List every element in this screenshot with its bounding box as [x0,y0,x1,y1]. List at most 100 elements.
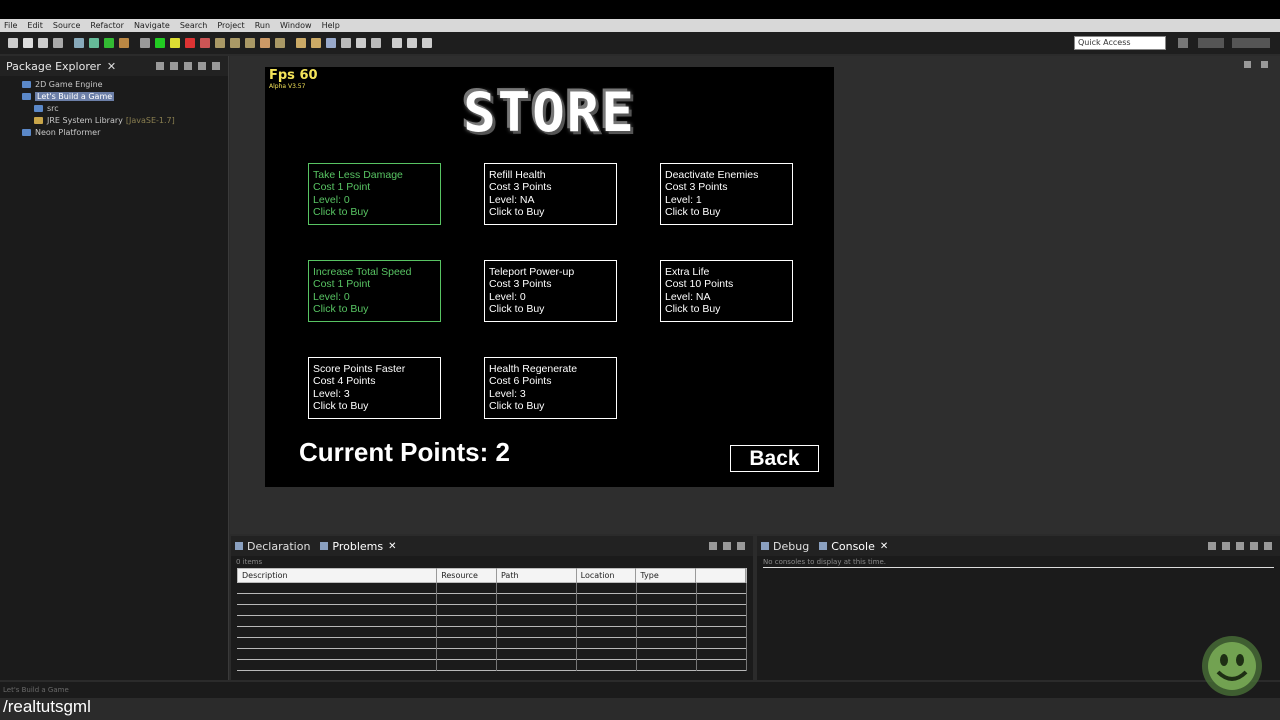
menu-window[interactable]: Window [280,21,312,30]
tree-item[interactable]: Neon Platformer [0,126,228,138]
tree-item[interactable]: src [0,102,228,114]
close-icon[interactable]: ✕ [388,541,396,552]
back-button[interactable]: Back [730,445,819,472]
store-item-action: Click to Buy [313,302,369,315]
store-item-button[interactable]: Health Regenerate Cost 6 Points Level: 3 Cl… [484,357,617,419]
back-icon[interactable] [392,38,402,48]
open-console-icon[interactable] [1208,542,1216,550]
disconnect-icon[interactable] [200,38,210,48]
store-item-name: Refill Health [489,169,546,181]
menu-help[interactable]: Help [322,21,340,30]
table-cell [237,660,437,671]
new-package-icon[interactable] [311,38,321,48]
column-header[interactable]: Type [636,568,697,583]
table-row [237,660,747,671]
current-points: Current Points: 2 [299,437,510,467]
menu-run[interactable]: Run [255,21,270,30]
menu-navigate[interactable]: Navigate [134,21,170,30]
run-icon[interactable] [104,38,114,48]
java-perspective-button[interactable] [1198,38,1224,48]
store-item-action: Click to Buy [313,205,369,218]
store-item-button[interactable]: Score Points Faster Cost 4 Points Level: 3… [308,357,441,419]
view-menu-icon[interactable] [184,62,192,70]
display-console-icon[interactable] [1222,542,1230,550]
menu-refactor[interactable]: Refactor [90,21,124,30]
tree-item[interactable]: 2D Game Engine [0,78,228,90]
store-item-level: Level: 3 [489,387,526,400]
pin-console-icon[interactable] [1236,542,1244,550]
step-over-icon[interactable] [230,38,240,48]
new-icon[interactable] [8,38,18,48]
tree-item-label: 2D Game Engine [35,79,103,89]
view-menu-icon[interactable] [709,542,717,550]
maximize-icon[interactable] [1261,61,1268,68]
close-icon[interactable]: ✕ [107,60,116,73]
table-cell [577,594,637,605]
quick-access-input[interactable]: Quick Access [1074,36,1166,50]
package-explorer-tab[interactable]: Package Explorer [6,60,101,73]
forward-icon[interactable] [407,38,417,48]
menu-search[interactable]: Search [180,21,207,30]
tab-declaration[interactable]: Declaration [235,540,310,553]
column-header[interactable]: Path [497,568,577,583]
prev-annotation-icon[interactable] [371,38,381,48]
store-item-button[interactable]: Deactivate Enemies Cost 3 Points Level: 1C… [660,163,793,225]
coverage-icon[interactable] [119,38,129,48]
terminate-icon[interactable] [185,38,195,48]
debug-icon[interactable] [89,38,99,48]
minimize-icon[interactable] [198,62,206,70]
maximize-icon[interactable] [1264,542,1272,550]
step-into-icon[interactable] [215,38,225,48]
tree-item-label: JRE System Library [47,115,123,125]
menu-file[interactable]: File [4,21,17,30]
toggle-icon[interactable] [74,38,84,48]
store-item-button[interactable]: Increase Total Speed Cost 1 Point Level: 0… [308,260,441,322]
new-java-project-icon[interactable] [296,38,306,48]
debug-perspective-button[interactable] [1232,38,1270,48]
column-header[interactable]: Resource [437,568,497,583]
close-icon[interactable]: ✕ [880,541,888,552]
table-cell [637,616,697,627]
step-return-icon[interactable] [245,38,255,48]
tree-item[interactable]: Let's Build a Game [0,90,228,102]
minimize-icon[interactable] [723,542,731,550]
maximize-icon[interactable] [212,62,220,70]
annotation-icon[interactable] [356,38,366,48]
tree-item[interactable]: JRE System Library [JavaSE-1.7] [0,114,228,126]
table-cell [437,649,497,660]
table-cell [437,594,497,605]
store-item-button[interactable]: Teleport Power-up Cost 3 Points Level: 0 Cl… [484,260,617,322]
save-icon[interactable] [23,38,33,48]
menu-edit[interactable]: Edit [27,21,43,30]
collapse-all-icon[interactable] [156,62,164,70]
tab-problems[interactable]: Problems ✕ [320,540,397,553]
store-item-button[interactable]: Refill Health Cost 3 Points Level: NA Click… [484,163,617,225]
column-header[interactable]: Description [238,568,438,583]
skip-breakpoints-icon[interactable] [140,38,150,48]
open-perspective-icon[interactable] [1178,38,1188,48]
suspend-icon[interactable] [170,38,180,48]
print-icon[interactable] [53,38,63,48]
menu-project[interactable]: Project [217,21,244,30]
table-cell [437,627,497,638]
link-editor-icon[interactable] [170,62,178,70]
save-all-icon[interactable] [38,38,48,48]
drop-frame-icon[interactable] [260,38,270,48]
store-item-button[interactable]: Extra Life Cost 10 Points Level: NA Click t… [660,260,793,322]
search-icon[interactable] [341,38,351,48]
store-item-name: Score Points Faster [313,363,406,375]
use-step-filters-icon[interactable] [275,38,285,48]
open-type-icon[interactable] [326,38,336,48]
table-cell [577,649,637,660]
tab-console[interactable]: Console ✕ [819,540,888,553]
menu-source[interactable]: Source [53,21,80,30]
minimize-icon[interactable] [1250,542,1258,550]
column-header[interactable]: Location [577,568,637,583]
tab-debug[interactable]: Debug [761,540,809,553]
pin-editor-icon[interactable] [422,38,432,48]
minimize-icon[interactable] [1244,61,1251,68]
maximize-icon[interactable] [737,542,745,550]
table-cell [237,583,437,594]
resume-icon[interactable] [155,38,165,48]
store-item-button[interactable]: Take Less Damage Cost 1 Point Level: 0 Clic… [308,163,441,225]
